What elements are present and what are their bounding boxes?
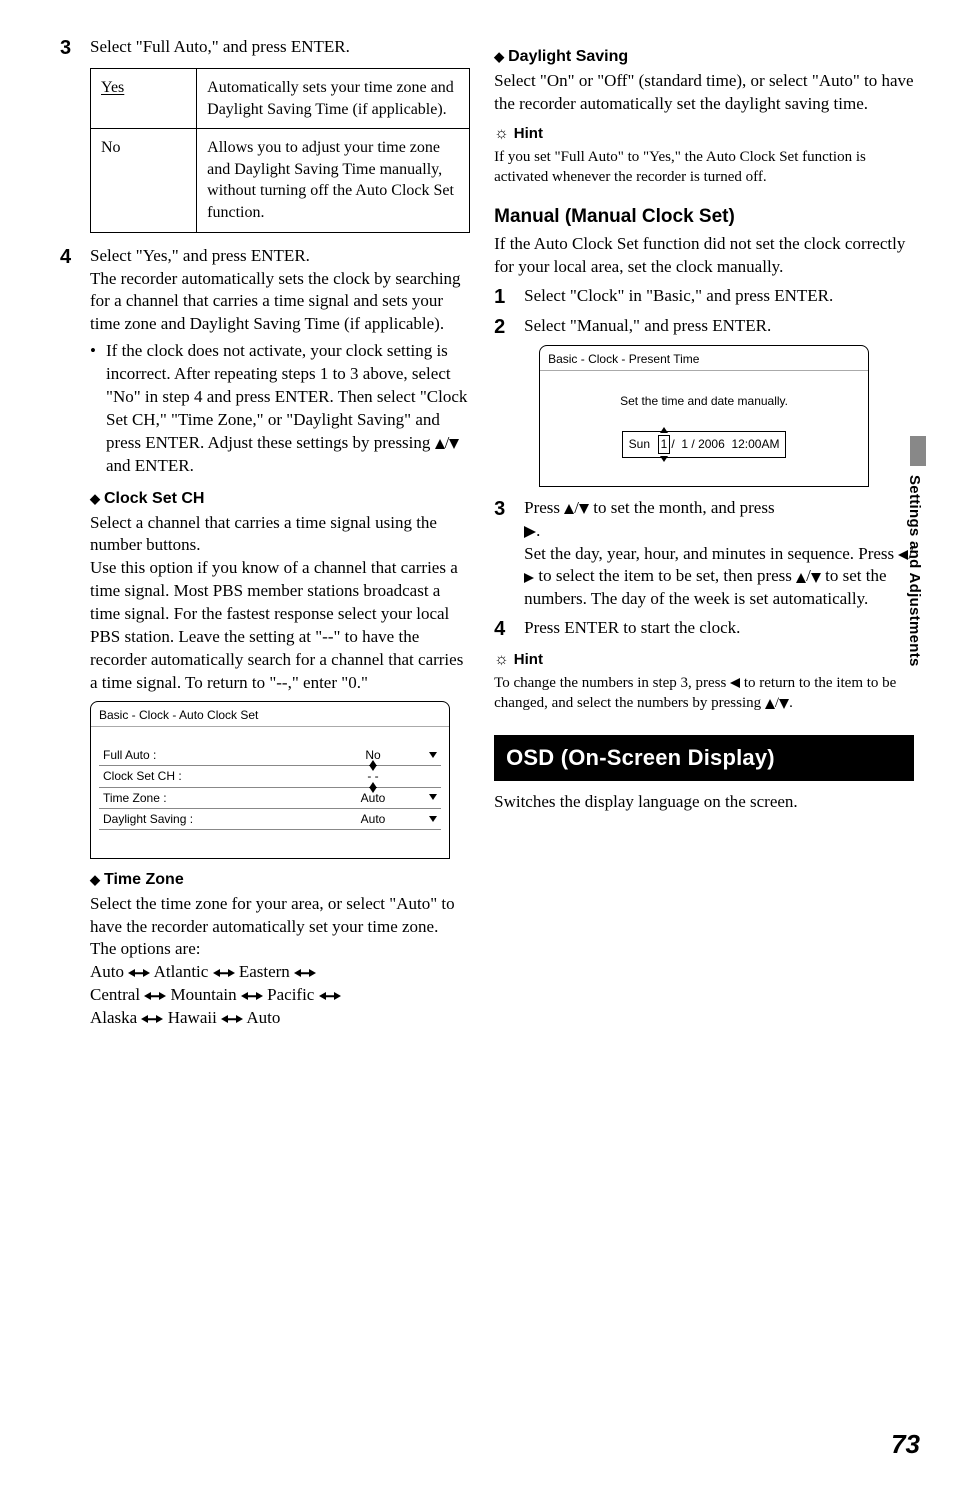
time-zone-sequence: Auto Atlantic Eastern Central Mountain P… [90,961,470,1030]
step-text: Press ENTER to start the clock. [524,617,914,640]
hint-body: If you set "Full Auto" to "Yes," the Aut… [494,147,914,188]
daylight-saving-body: Select "On" or "Off" (standard time), or… [494,70,914,116]
daylight-saving-heading: Daylight Saving [508,46,628,68]
osd-row-label: Time Zone : [103,790,323,806]
left-column: 3 Select "Full Auto," and press ENTER. Y… [60,36,470,1030]
down-arrow-icon [449,439,459,449]
osd-row-label: Clock Set CH : [103,768,323,784]
down-arrow-icon [811,573,821,583]
cell-no: No [91,129,197,232]
time-zone-options-label: The options are: [90,938,470,961]
osd-auto-clock-set: Basic - Clock - Auto Clock Set Full Auto… [90,701,450,859]
double-arrow-icon [221,1014,243,1024]
up-arrow-icon [796,573,806,583]
hint-heading: Hint [514,650,543,670]
step4-bullet: If the clock does not activate, your clo… [106,340,470,478]
page-number: 73 [891,1427,920,1462]
up-arrow-icon [564,504,574,514]
clock-set-ch-body2: Use this option if you know of a channel… [90,557,470,695]
up-arrow-icon [765,699,775,709]
bullet-icon: • [90,340,100,478]
cell-no-desc: Allows you to adjust your time zone and … [197,129,470,232]
manual-clock-heading: Manual (Manual Clock Set) [494,204,914,230]
time-zone-heading: Time Zone [104,869,184,891]
time-zone-body: Select the time zone for your area, or s… [90,893,470,939]
diamond-icon: ◆ [90,490,100,508]
chevron-down-icon [660,456,668,462]
side-tab-label: Settings and Adjustments [904,475,924,667]
double-arrow-icon [144,991,166,1001]
step-text: Select "Full Auto," and press ENTER. [90,36,470,59]
osd-title: Basic - Clock - Present Time [540,346,868,371]
clock-field: Sun 1 / 1 / 2006 12:00AM [622,431,787,457]
step-text: Select "Yes," and press ENTER. The recor… [90,245,470,478]
hint-heading: Hint [514,124,543,144]
osd-present-time: Basic - Clock - Present Time Set the tim… [539,345,869,487]
step-text: Select "Clock" in "Basic," and press ENT… [524,285,914,308]
hint-bulb-icon: ☼ [494,649,509,671]
chevron-up-icon [660,427,668,433]
right-arrow-icon [524,573,534,583]
step-text: Select "Manual," and press ENTER. [524,315,914,338]
side-tab-bar [910,436,926,466]
osd-title: Basic - Clock - Auto Clock Set [91,702,449,727]
double-arrow-icon [141,1014,163,1024]
step-number: 4 [494,617,514,641]
osd-message: Set the time and date manually. [540,371,868,431]
osd-row-label: Full Auto : [103,747,323,763]
right-arrow-icon [524,526,536,538]
right-column: ◆Daylight Saving Select "On" or "Off" (s… [494,36,914,1030]
up-arrow-icon [435,439,445,449]
chevron-down-icon [423,811,437,826]
left-arrow-icon [730,678,740,688]
hint-bulb-icon: ☼ [494,123,509,145]
chevron-up-icon [369,760,377,766]
step4-rest: The recorder automatically sets the cloc… [90,268,470,337]
osd-row-value: Auto [323,811,423,827]
osd-row-label: Daylight Saving : [103,811,323,827]
step4-line1: Select "Yes," and press ENTER. [90,245,470,268]
diamond-icon: ◆ [494,48,504,66]
osd-section-body: Switches the display language on the scr… [494,791,914,814]
double-arrow-icon [319,991,341,1001]
clock-set-ch-heading: Clock Set CH [104,488,204,510]
chevron-up-icon [369,782,377,788]
down-arrow-icon [579,504,589,514]
double-arrow-icon [128,968,150,978]
manual-intro: If the Auto Clock Set function did not s… [494,233,914,279]
step-number: 2 [494,315,514,339]
clock-set-ch-body1: Select a channel that carries a time sig… [90,512,470,558]
cell-yes-desc: Automatically sets your time zone and Da… [197,69,470,129]
step-number: 4 [60,245,80,269]
step-number: 3 [60,36,80,60]
double-arrow-icon [241,991,263,1001]
osd-section-heading: OSD (On-Screen Display) [494,735,914,781]
step-text: Press / to set the month, and press . Se… [524,497,914,612]
double-arrow-icon [213,968,235,978]
chevron-down-icon [423,748,437,763]
hint-body: To change the numbers in step 3, press t… [494,673,914,714]
step-number: 3 [494,497,514,521]
chevron-down-icon [423,790,437,805]
double-arrow-icon [294,968,316,978]
yes-no-table: Yes Automatically sets your time zone an… [90,68,470,233]
step-number: 1 [494,285,514,309]
down-arrow-icon [779,699,789,709]
diamond-icon: ◆ [90,871,100,889]
cell-yes: Yes [101,79,124,96]
osd-row-value: Auto [361,791,386,805]
